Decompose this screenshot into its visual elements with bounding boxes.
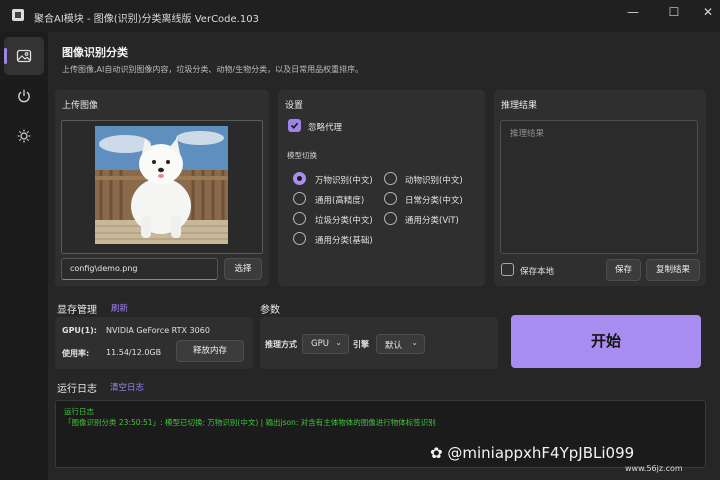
- model-option-label: 动物识别(中文): [405, 176, 463, 186]
- save-button[interactable]: 保存: [606, 259, 641, 281]
- radio-model-1[interactable]: [384, 172, 397, 185]
- app-icon: [12, 9, 24, 21]
- radio-model-0[interactable]: [293, 172, 306, 185]
- watermark-text: @miniappxhF4YpJBLi099: [447, 444, 635, 462]
- model-option-label: 垃圾分类(中文): [315, 216, 373, 226]
- params-card: 推理方式 GPU ⌄ 引擎 默认 ⌄: [260, 317, 498, 369]
- main-content: 图像识别分类 上传图像,AI自动识别图像内容，垃圾分类、动物/生物分类，以及日常…: [48, 32, 720, 480]
- sidebar-item-image-classification[interactable]: [4, 37, 44, 75]
- release-memory-button[interactable]: 释放内存: [176, 340, 244, 362]
- chevron-down-icon: ⌄: [335, 338, 342, 347]
- power-icon: [18, 89, 30, 103]
- radio-model-4[interactable]: [293, 212, 306, 225]
- model-option-label: 万物识别(中文): [315, 176, 373, 186]
- model-option-label: 通用分类(基础): [315, 236, 373, 246]
- watermark: ✿ @miniappxhF4YpJBLi099: [430, 444, 634, 462]
- engine-value: 默认: [385, 341, 403, 351]
- weibo-icon: ✿: [430, 444, 443, 462]
- model-switch-label: 模型切换: [287, 151, 317, 160]
- inference-mode-label: 推理方式: [265, 340, 297, 349]
- model-option-label: 通用(高精度): [315, 196, 365, 206]
- copy-result-button[interactable]: 复制结果: [646, 259, 700, 281]
- start-button[interactable]: 开始: [511, 315, 701, 368]
- log-line: 「图像识别分类 23:50:51」: 模型已切换: 万物识别(中文) | 输出j…: [64, 418, 436, 427]
- refresh-link[interactable]: 刷新: [111, 302, 128, 314]
- model-option-label: 日常分类(中文): [405, 196, 463, 206]
- ignore-proxy-label: 忽略代理: [308, 123, 343, 133]
- image-icon: [16, 49, 32, 63]
- result-title: 推理结果: [501, 101, 538, 111]
- brightness-icon: [17, 129, 31, 143]
- sidebar-item-power[interactable]: [4, 77, 44, 115]
- inference-mode-value: GPU: [311, 339, 329, 349]
- sidebar-item-theme[interactable]: [4, 117, 44, 155]
- usage-value: 11.54/12.0GB: [106, 348, 162, 357]
- save-local-label: 保存本地: [520, 267, 555, 277]
- model-option-label: 通用分类(ViT): [405, 216, 459, 226]
- title-bar: 聚合AI模块 - 图像(识别)分类离线版 VerCode.103 — ☐ ✕: [0, 0, 720, 32]
- check-icon: [290, 122, 299, 129]
- params-title: 参数: [260, 305, 280, 316]
- engine-select[interactable]: 默认 ⌄: [376, 334, 425, 354]
- image-path-input[interactable]: config\demo.png: [61, 258, 218, 280]
- window-title: 聚合AI模块 - 图像(识别)分类离线版 VerCode.103: [34, 14, 259, 25]
- sidebar: [0, 32, 48, 480]
- upload-title: 上传图像: [62, 101, 99, 111]
- result-textarea[interactable]: 推理结果: [500, 120, 698, 254]
- radio-model-2[interactable]: [293, 192, 306, 205]
- usage-label: 使用率:: [62, 349, 90, 358]
- image-preview-frame: [61, 120, 263, 254]
- page-description: 上传图像,AI自动识别图像内容，垃圾分类、动物/生物分类，以及日常用品权重排序。: [62, 65, 364, 74]
- engine-label: 引擎: [353, 340, 369, 349]
- settings-title: 设置: [285, 101, 304, 111]
- memory-title: 显存管理: [57, 305, 97, 316]
- page-title: 图像识别分类: [62, 46, 128, 59]
- save-local-checkbox[interactable]: [501, 263, 514, 276]
- radio-model-3[interactable]: [384, 192, 397, 205]
- ignore-proxy-checkbox[interactable]: [288, 119, 301, 132]
- radio-model-6[interactable]: [293, 232, 306, 245]
- uploaded-image: [95, 126, 228, 244]
- memory-card: GPU(1): NVIDIA GeForce RTX 3060 使用率: 11.…: [55, 317, 253, 369]
- inference-mode-select[interactable]: GPU ⌄: [302, 334, 349, 354]
- chevron-down-icon: ⌄: [411, 338, 418, 347]
- gpu-label: GPU(1):: [62, 326, 98, 335]
- radio-model-5[interactable]: [384, 212, 397, 225]
- maximize-button[interactable]: ☐: [656, 0, 692, 28]
- select-image-button[interactable]: 选择: [224, 258, 262, 280]
- clear-log-link[interactable]: 清空日志: [110, 381, 144, 393]
- close-button[interactable]: ✕: [690, 0, 720, 28]
- log-title: 运行日志: [57, 384, 97, 395]
- upload-card: 上传图像 config\demo.png 选择: [55, 90, 269, 286]
- minimize-button[interactable]: —: [615, 0, 651, 28]
- log-line: 运行日志: [64, 407, 94, 416]
- settings-card: 设置 忽略代理 模型切换 万物识别(中文) 动物识别(中文) 通用(高精度) 日…: [278, 90, 485, 286]
- watermark-site: www.56jz.com: [625, 464, 683, 473]
- result-card: 推理结果 推理结果 保存本地 保存 复制结果: [494, 90, 706, 286]
- gpu-name: NVIDIA GeForce RTX 3060: [106, 326, 210, 335]
